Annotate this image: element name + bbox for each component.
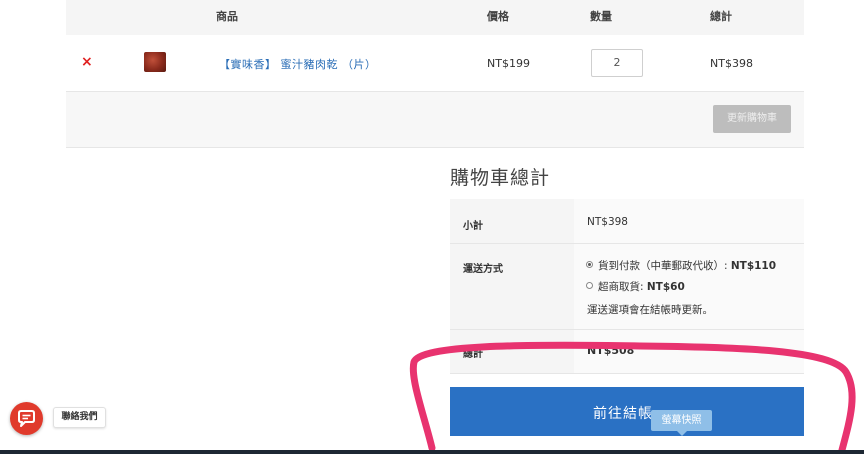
header-product: 商品 (216, 10, 238, 23)
product-name-link[interactable]: 【實味香】 蜜汁豬肉乾 （片） (219, 56, 377, 72)
cart-actions: 更新購物車 (66, 92, 804, 148)
cart-item-row: × 【實味香】 蜜汁豬肉乾 （片） NT$199 2 NT$398 (66, 35, 804, 92)
cart-table-header: 商品 價格 數量 總計 (66, 0, 804, 35)
cart-table: 商品 價格 數量 總計 × 【實味香】 蜜汁豬肉乾 （片） NT$199 2 N… (66, 0, 804, 148)
chat-bubble-icon (18, 410, 35, 427)
product-thumbnail[interactable] (144, 52, 166, 72)
order-total-label: 總計 (463, 349, 483, 360)
header-total: 總計 (710, 10, 732, 23)
item-subtotal: NT$398 (710, 57, 753, 70)
radio-selected-icon[interactable] (586, 261, 593, 268)
shipping-option-convenience-store[interactable]: 超商取貨: NT$60 (586, 279, 685, 294)
header-price: 價格 (487, 10, 509, 23)
shipping-note: 運送選項會在結帳時更新。 (587, 304, 713, 316)
contact-us-label[interactable]: 聯絡我們 (53, 407, 106, 428)
header-quantity: 數量 (590, 10, 612, 23)
item-price: NT$199 (487, 57, 530, 70)
screenshot-tooltip: 螢幕快照 (651, 410, 712, 436)
checkout-button-label: 前往結帳 (593, 406, 653, 422)
bottom-bar (0, 450, 864, 454)
subtotal-label: 小計 (463, 221, 483, 232)
radio-icon[interactable] (586, 282, 593, 289)
order-total-value: NT$508 (587, 344, 635, 357)
cart-totals-table: 小計 NT$398 運送方式 貨到付款（中華郵政代收）: NT$110 超商取貨… (450, 199, 804, 374)
quantity-input[interactable]: 2 (591, 49, 643, 77)
subtotal-value: NT$398 (587, 216, 628, 228)
proceed-to-checkout-button[interactable]: 前往結帳 (450, 387, 804, 436)
update-cart-button[interactable]: 更新購物車 (713, 105, 791, 133)
shipping-option-cod[interactable]: 貨到付款（中華郵政代收）: NT$110 (586, 258, 776, 273)
shipping-label: 運送方式 (463, 264, 503, 275)
cart-totals-title: 購物車總計 (450, 167, 551, 189)
remove-item-icon[interactable]: × (81, 55, 93, 69)
chat-button[interactable] (10, 402, 43, 435)
